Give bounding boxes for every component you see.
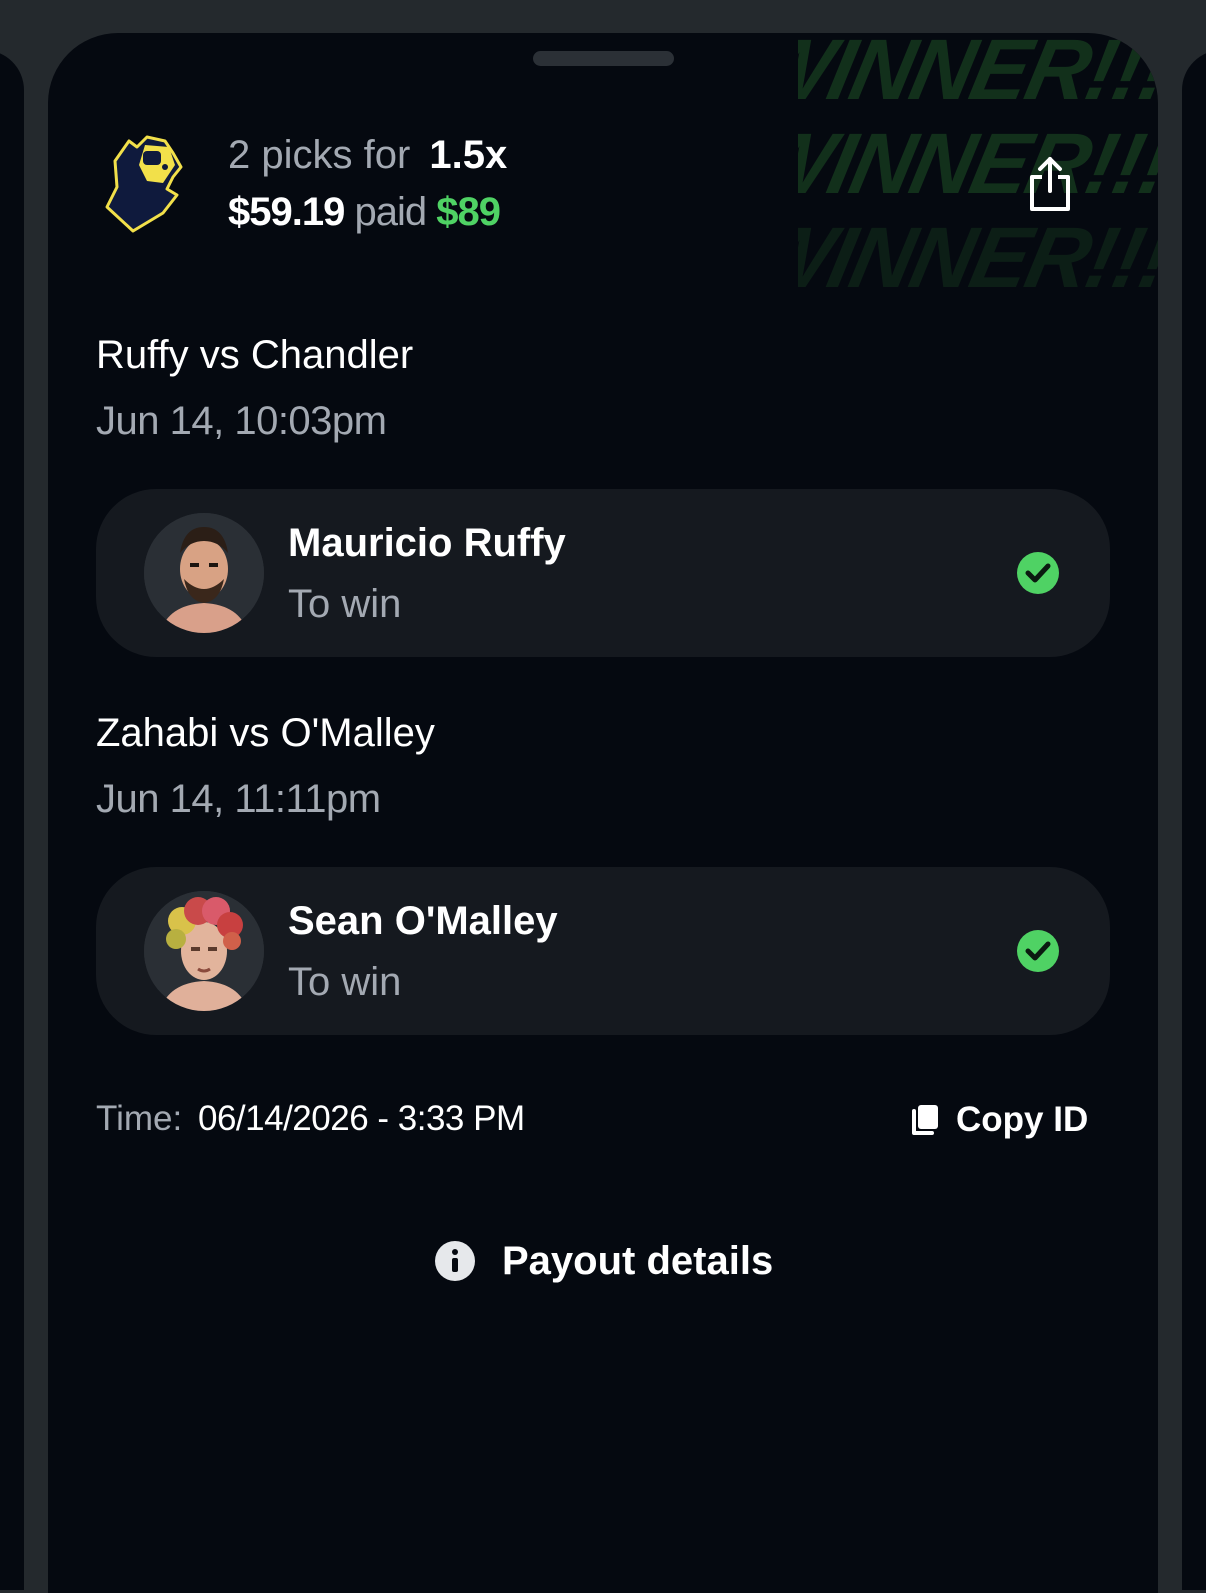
player-avatar <box>144 891 264 1011</box>
previous-card-edge[interactable] <box>0 50 24 1590</box>
pick-card[interactable]: Sean O'Malley To win <box>96 867 1110 1035</box>
matchup-title: Zahabi vs O'Malley <box>96 711 435 755</box>
payout-amount: $89 <box>436 190 501 234</box>
paid-text: paid <box>354 190 427 234</box>
multiplier: 1.5x <box>429 133 508 177</box>
winner-text-line: WINNER!!! <box>798 33 1158 118</box>
time-value: 06/14/2026 - 3:33 PM <box>198 1099 525 1138</box>
player-photo-icon <box>144 891 264 1011</box>
mascot-logo <box>105 135 183 233</box>
copy-icon <box>912 1105 938 1135</box>
next-card-edge[interactable] <box>1182 50 1206 1590</box>
copy-id-button[interactable]: Copy ID <box>910 1095 1088 1145</box>
drag-handle[interactable] <box>533 51 674 66</box>
check-circle-icon <box>1017 930 1059 972</box>
entry-detail-sheet: WINNER!!! WINNER!!! WINNER!!! 2 picks fo… <box>48 33 1158 1593</box>
info-icon <box>435 1241 475 1281</box>
share-icon[interactable] <box>1028 155 1072 213</box>
copy-id-label: Copy ID <box>956 1100 1089 1139</box>
player-name: Sean O'Malley <box>288 899 558 943</box>
payout-details-label: Payout details <box>502 1238 774 1283</box>
matchup-date: Jun 14, 10:03pm <box>96 399 387 443</box>
player-photo-icon <box>144 513 264 633</box>
winner-text-line: WINNER!!! <box>798 116 1158 212</box>
pick-card[interactable]: Mauricio Ruffy To win <box>96 489 1110 657</box>
payout-line: $59.19 paid $89 <box>228 181 507 243</box>
payout-details-button[interactable]: Payout details <box>434 1233 773 1289</box>
picks-count-text: 2 picks for <box>228 133 411 177</box>
player-name: Mauricio Ruffy <box>288 521 566 565</box>
entry-summary: 2 picks for 1.5x $59.19 paid $89 <box>228 129 507 243</box>
time-label: Time: <box>96 1099 183 1138</box>
player-avatar <box>144 513 264 633</box>
picks-line: 2 picks for 1.5x <box>228 129 507 181</box>
pick-type: To win <box>288 960 402 1004</box>
pick-type: To win <box>288 582 402 626</box>
check-circle-icon <box>1017 552 1059 594</box>
stake-amount: $59.19 <box>228 190 345 234</box>
matchup-title: Ruffy vs Chandler <box>96 333 414 377</box>
matchup-date: Jun 14, 11:11pm <box>96 777 381 821</box>
winner-background-text: WINNER!!! WINNER!!! WINNER!!! <box>798 33 1158 293</box>
winner-text-line: WINNER!!! <box>798 210 1158 293</box>
